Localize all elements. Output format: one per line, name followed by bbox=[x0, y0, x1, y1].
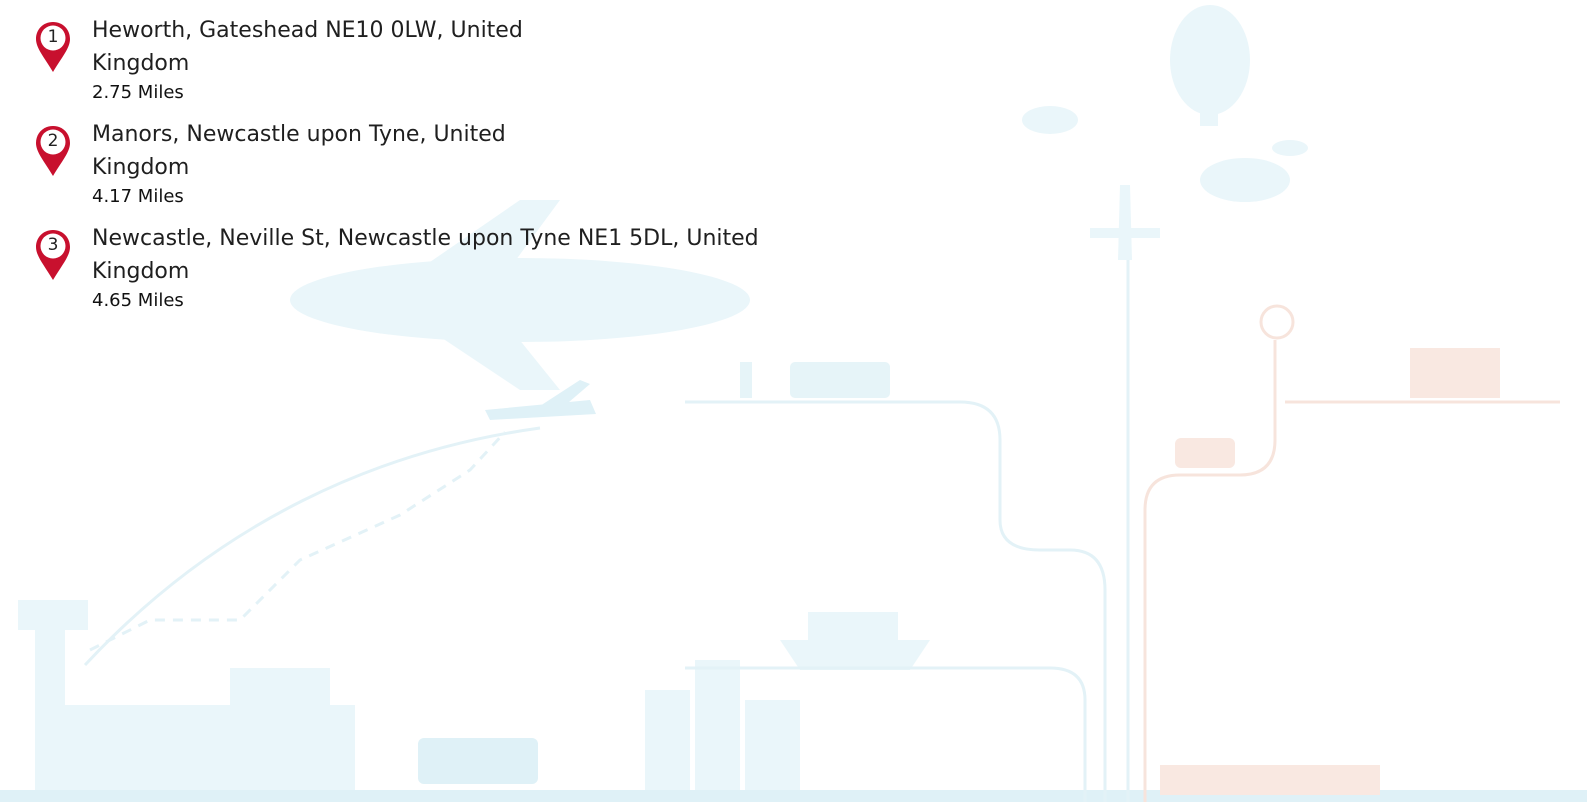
pin-number: 3 bbox=[47, 235, 59, 255]
location-results-list: 1 Heworth, Gateshead NE10 0LW, United Ki… bbox=[34, 14, 794, 326]
result-address: Manors, Newcastle upon Tyne, United King… bbox=[92, 122, 506, 180]
list-item[interactable]: 3 Newcastle, Neville St, Newcastle upon … bbox=[34, 222, 794, 314]
result-distance: 4.65 Miles bbox=[92, 290, 184, 311]
result-distance: 2.75 Miles bbox=[92, 82, 184, 103]
result-distance: 4.17 Miles bbox=[92, 186, 184, 207]
list-item[interactable]: 2 Manors, Newcastle upon Tyne, United Ki… bbox=[34, 118, 794, 210]
map-pin-icon: 2 bbox=[34, 124, 72, 178]
pin-number: 2 bbox=[47, 131, 59, 151]
pin-number: 1 bbox=[47, 27, 59, 47]
map-pin-icon: 3 bbox=[34, 228, 72, 282]
list-item[interactable]: 1 Heworth, Gateshead NE10 0LW, United Ki… bbox=[34, 14, 794, 106]
result-address: Newcastle, Neville St, Newcastle upon Ty… bbox=[92, 226, 759, 284]
result-address: Heworth, Gateshead NE10 0LW, United King… bbox=[92, 18, 523, 76]
map-pin-icon: 1 bbox=[34, 20, 72, 74]
